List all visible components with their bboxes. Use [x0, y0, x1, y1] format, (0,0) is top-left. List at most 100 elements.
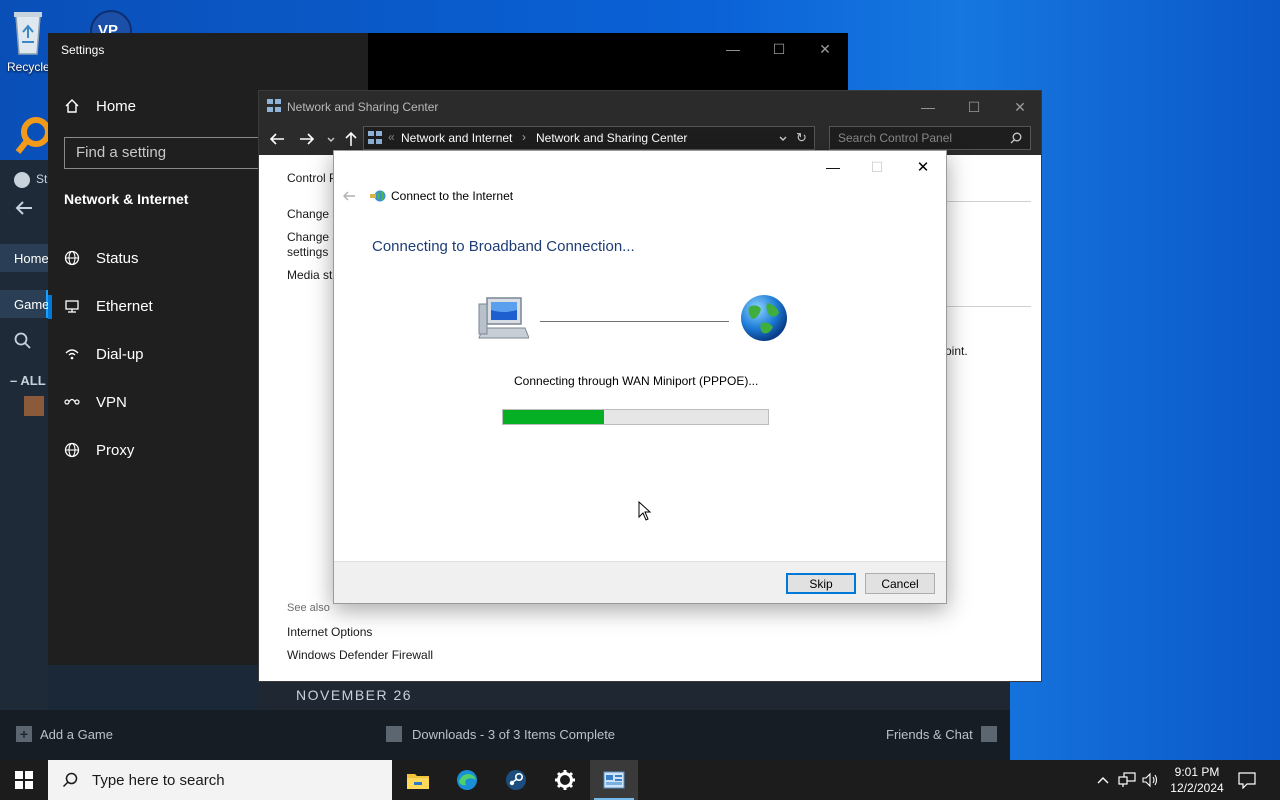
breadcrumb-separator: › [522, 130, 526, 144]
search-app-desktop-icon[interactable] [14, 112, 48, 160]
see-also-heading: See also [287, 602, 330, 614]
file-explorer-taskbar-button[interactable] [394, 760, 442, 800]
settings-maximize-button[interactable]: ☐ [756, 33, 802, 65]
globe-internet-icon [741, 295, 787, 341]
magnifier-app-icon [15, 117, 48, 154]
nav-dialup[interactable]: Dial-up [64, 342, 144, 366]
nav-ethernet[interactable]: Ethernet [64, 294, 153, 318]
steam-home-label: Home [14, 251, 49, 266]
network-tray-icon[interactable] [1118, 772, 1136, 788]
steam-taskbar-button[interactable] [492, 760, 540, 800]
start-button[interactable] [0, 760, 48, 800]
settings-home-label: Home [96, 97, 137, 115]
settings-minimize-button[interactable]: — [710, 33, 756, 65]
media-streaming-link[interactable]: Media st [287, 268, 332, 282]
nsc-title: Network and Sharing Center [287, 100, 439, 114]
friends-chat-label: Friends & Chat [886, 726, 973, 742]
recent-locations-chevron-icon[interactable] [326, 135, 336, 145]
nsc-minimize-button[interactable]: — [905, 91, 951, 123]
steam-games-item[interactable]: Game [0, 290, 50, 318]
nav-vpn-label: VPN [96, 393, 127, 411]
downloads-status[interactable]: Downloads - 3 of 3 Items Complete [386, 726, 615, 742]
dialog-heading: Connecting to Broadband Connection... [372, 238, 635, 255]
steam-games-label: Game [14, 297, 50, 312]
search-control-panel-input[interactable]: Search Control Panel [829, 126, 1031, 150]
breadcrumb-sharing-center[interactable]: Network and Sharing Center [536, 131, 687, 145]
settings-taskbar-button[interactable] [541, 760, 589, 800]
dialog-back-arrow-icon[interactable] [342, 190, 356, 202]
control-panel-home-link[interactable]: Control P [287, 171, 337, 185]
forward-arrow-icon[interactable] [299, 132, 315, 146]
progress-fill [503, 410, 604, 424]
nsc-right-text: oint. [945, 344, 968, 358]
address-bar[interactable]: « Network and Internet › Network and Sha… [363, 126, 815, 150]
computer-icon [478, 297, 529, 339]
steam-search-icon[interactable] [14, 332, 32, 350]
internet-options-link[interactable]: Internet Options [287, 625, 372, 639]
nav-status[interactable]: Status [64, 246, 139, 270]
nav-status-label: Status [96, 249, 139, 267]
skip-button[interactable]: Skip [786, 573, 856, 594]
downloads-label: Downloads - 3 of 3 Items Complete [412, 726, 616, 742]
game-thumbnail[interactable] [24, 396, 44, 416]
nsc-maximize-button[interactable]: ☐ [951, 91, 997, 123]
steam-sidebar: St Home Game – ALL [0, 160, 50, 710]
nav-vpn[interactable]: VPN [64, 390, 127, 414]
back-arrow-icon[interactable] [269, 132, 285, 146]
steam-bottom-bar: + Add a Game Downloads - 3 of 3 Items Co… [0, 710, 1010, 760]
dialog-close-button[interactable]: ✕ [900, 151, 946, 183]
change-sharing-link[interactable]: Change a [287, 230, 339, 244]
breadcrumb-separator: « [388, 130, 395, 144]
vpn-icon [64, 398, 80, 405]
change-adapter-link[interactable]: Change a [287, 207, 339, 221]
search-control-panel-placeholder: Search Control Panel [838, 131, 953, 145]
show-hidden-icons-chevron-icon[interactable] [1097, 775, 1109, 785]
nav-proxy-label: Proxy [96, 441, 135, 459]
add-game-button[interactable]: + Add a Game [16, 726, 113, 742]
control-panel-icon [603, 771, 625, 789]
steam-logo-icon[interactable] [14, 172, 30, 188]
clock-time: 9:01 PM [1174, 765, 1220, 779]
nav-proxy[interactable]: Proxy [64, 438, 134, 462]
settings-section-title: Network & Internet [64, 191, 189, 207]
gear-icon [555, 770, 575, 790]
settings-home-item[interactable]: Home [64, 94, 136, 118]
refresh-icon[interactable]: ↻ [796, 130, 807, 146]
change-sharing-link-line2[interactable]: settings [287, 245, 328, 259]
mouse-cursor-icon [638, 501, 652, 521]
friends-chat-button[interactable]: Friends & Chat [886, 726, 997, 742]
control-panel-taskbar-button[interactable] [590, 760, 638, 800]
dialog-footer: Skip Cancel [334, 561, 946, 603]
steam-all-label: – ALL [10, 373, 46, 388]
find-setting-input[interactable]: Find a setting [64, 137, 264, 169]
dialog-minimize-button[interactable]: — [810, 151, 856, 183]
steam-home-item[interactable]: Home [0, 244, 49, 272]
settings-close-button[interactable]: ✕ [802, 33, 848, 65]
add-game-label: Add a Game [40, 726, 113, 742]
vpn-desktop-icon[interactable]: VP [88, 8, 134, 52]
nsc-close-button[interactable]: ✕ [997, 91, 1043, 123]
connection-progress-bar [502, 409, 769, 425]
edge-taskbar-button[interactable] [443, 760, 491, 800]
dialup-icon [65, 349, 79, 360]
cancel-button[interactable]: Cancel [865, 573, 935, 594]
taskbar-search-box[interactable]: Type here to search [48, 760, 392, 800]
globe-icon [64, 250, 80, 266]
ethernet-icon [65, 300, 79, 313]
steam-store-tab[interactable]: St [36, 172, 47, 186]
find-setting-placeholder: Find a setting [76, 144, 167, 161]
globe-icon [64, 442, 80, 458]
connection-status-text: Connecting through WAN Miniport (PPPOE).… [514, 374, 759, 388]
windows-logo-icon [15, 771, 33, 789]
recycle-bin-desktop-icon[interactable]: Recycle [6, 8, 54, 74]
search-icon [1010, 132, 1022, 144]
address-dropdown-icon[interactable] [778, 134, 788, 144]
up-arrow-icon[interactable] [344, 131, 358, 147]
connect-internet-icon [370, 190, 386, 202]
breadcrumb-network-internet[interactable]: Network and Internet [401, 131, 512, 145]
defender-firewall-link[interactable]: Windows Defender Firewall [287, 648, 433, 662]
taskbar-clock[interactable]: 9:01 PM 12/2/2024 [1162, 764, 1232, 798]
notification-center-icon[interactable] [1238, 771, 1256, 789]
volume-tray-icon[interactable] [1142, 772, 1160, 788]
back-arrow-icon[interactable] [14, 200, 34, 216]
